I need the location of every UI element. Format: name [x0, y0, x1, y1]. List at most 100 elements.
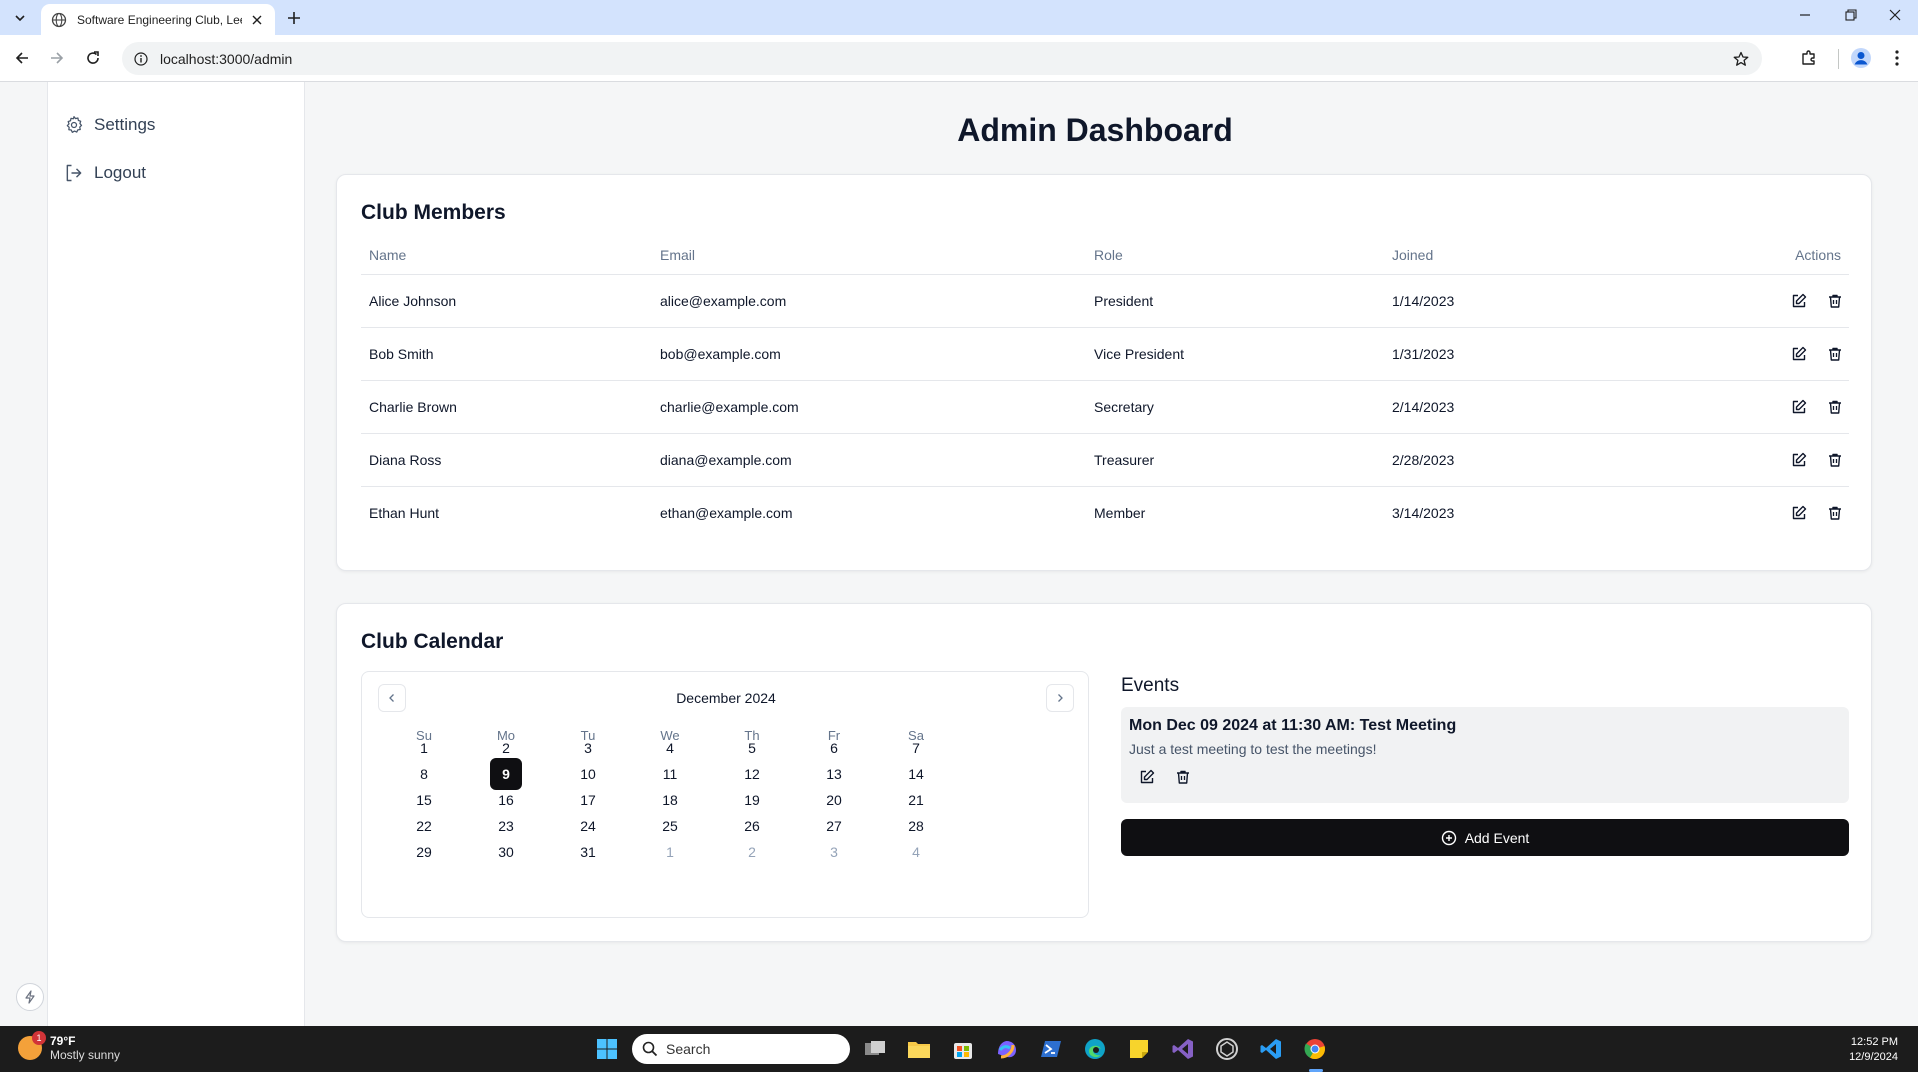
- event-item: Mon Dec 09 2024 at 11:30 AM: Test Meetin…: [1121, 707, 1849, 803]
- close-window-button[interactable]: [1872, 0, 1918, 30]
- calendar-day[interactable]: 31: [572, 836, 604, 868]
- delete-member-button[interactable]: [1825, 344, 1845, 364]
- delete-member-button[interactable]: [1825, 503, 1845, 523]
- edit-member-button[interactable]: [1789, 291, 1809, 311]
- extensions-button[interactable]: [1796, 45, 1822, 71]
- section-title: Club Members: [361, 201, 506, 224]
- column-header-role: Role: [1094, 247, 1123, 263]
- more-vertical-icon: [1895, 50, 1899, 66]
- member-joined: 3/14/2023: [1392, 505, 1455, 521]
- trash-icon: [1829, 453, 1841, 467]
- calendar-day[interactable]: 30: [490, 836, 522, 868]
- restore-button[interactable]: [1828, 0, 1874, 30]
- app-circle-icon[interactable]: [1212, 1034, 1242, 1064]
- edit-member-button[interactable]: [1789, 503, 1809, 523]
- trash-icon: [1829, 294, 1841, 308]
- delete-member-button[interactable]: [1825, 291, 1845, 311]
- edit-member-button[interactable]: [1789, 397, 1809, 417]
- chevron-down-icon: [15, 15, 25, 22]
- member-email: charlie@example.com: [660, 399, 799, 415]
- section-title: Club Calendar: [361, 630, 504, 653]
- delete-member-button[interactable]: [1825, 450, 1845, 470]
- powershell-icon[interactable]: [1036, 1034, 1066, 1064]
- table-row: Diana Ross diana@example.com Treasurer 2/28…: [361, 434, 1849, 487]
- calendar-day-outside[interactable]: 3: [818, 836, 850, 868]
- chevron-right-icon: [1058, 694, 1063, 702]
- member-email: diana@example.com: [660, 452, 792, 468]
- sidebar-item-settings[interactable]: Settings: [64, 112, 155, 138]
- site-info-icon[interactable]: [132, 50, 150, 68]
- trash-icon: [1177, 770, 1189, 784]
- visual-studio-icon[interactable]: [1168, 1034, 1198, 1064]
- member-joined: 2/14/2023: [1392, 399, 1455, 415]
- table-row: Ethan Hunt ethan@example.com Member 3/14/20…: [361, 487, 1849, 540]
- browser-menu-button[interactable]: [1884, 45, 1910, 71]
- vscode-icon[interactable]: [1256, 1034, 1286, 1064]
- calendar-month-label: December 2024: [676, 690, 776, 706]
- event-description: Just a test meeting to test the meetings…: [1129, 741, 1377, 757]
- sidebar: Settings Logout: [47, 82, 305, 1026]
- member-role: President: [1094, 293, 1154, 309]
- weather-widget[interactable]: 1 79°F Mostly sunny: [18, 1031, 121, 1062]
- chrome-icon[interactable]: [1300, 1034, 1330, 1064]
- calendar-day[interactable]: 29: [408, 836, 440, 868]
- edit-member-button[interactable]: [1789, 450, 1809, 470]
- profile-button[interactable]: [1848, 45, 1874, 71]
- reload-button[interactable]: [80, 45, 106, 71]
- add-event-label: Add Event: [1464, 829, 1530, 846]
- bookmark-star-icon[interactable]: [1730, 48, 1752, 70]
- forward-button[interactable]: [44, 45, 70, 71]
- club-members-card: Club Members Name Email Role Joined Acti…: [336, 174, 1872, 571]
- system-clock[interactable]: 12:52 PM 12/9/2024: [1849, 1035, 1898, 1065]
- club-calendar-card: Club Calendar December 2024 Su Mo Tu We Th Fr…: [336, 603, 1872, 942]
- member-email: alice@example.com: [660, 293, 787, 309]
- table-row: Charlie Brown charlie@example.com Secretar…: [361, 381, 1849, 434]
- next-month-button[interactable]: [1046, 684, 1074, 712]
- weather-temperature: 79°F: [50, 1034, 76, 1048]
- edit-event-button[interactable]: [1137, 767, 1157, 787]
- clock-date: 12/9/2024: [1849, 1051, 1898, 1063]
- sidebar-item-label: Settings: [94, 115, 156, 134]
- browser-tab-active[interactable]: Software Engineering Club, Lee: [41, 4, 275, 35]
- file-explorer-icon[interactable]: [904, 1034, 934, 1064]
- start-button[interactable]: [592, 1034, 622, 1064]
- minimize-button[interactable]: [1782, 0, 1828, 30]
- globe-icon: [51, 12, 67, 27]
- edit-member-button[interactable]: [1789, 344, 1809, 364]
- arrow-right-icon: [51, 52, 64, 64]
- member-role: Member: [1094, 505, 1146, 521]
- tab-search-button[interactable]: [9, 7, 31, 29]
- address-bar[interactable]: localhost:3000/admin: [122, 42, 1762, 75]
- sidebar-item-logout[interactable]: Logout: [64, 160, 146, 186]
- sticky-notes-icon[interactable]: [1124, 1034, 1154, 1064]
- copilot-icon[interactable]: [992, 1034, 1022, 1064]
- close-tab-icon[interactable]: [249, 12, 265, 28]
- edge-icon[interactable]: [1080, 1034, 1110, 1064]
- column-header-joined: Joined: [1392, 247, 1434, 263]
- microsoft-store-icon[interactable]: [948, 1034, 978, 1064]
- member-email: ethan@example.com: [660, 505, 793, 521]
- add-event-button[interactable]: Add Event: [1121, 819, 1849, 856]
- url-text[interactable]: localhost:3000/admin: [160, 51, 292, 67]
- member-joined: 1/14/2023: [1392, 293, 1455, 309]
- calendar-day-outside[interactable]: 1: [654, 836, 686, 868]
- member-email: bob@example.com: [660, 346, 781, 362]
- back-button[interactable]: [9, 45, 35, 71]
- task-view-icon[interactable]: [860, 1034, 890, 1064]
- delete-event-button[interactable]: [1173, 767, 1193, 787]
- new-tab-button[interactable]: [282, 6, 306, 30]
- toolbar-separator: [1838, 49, 1839, 69]
- delete-member-button[interactable]: [1825, 397, 1845, 417]
- calendar-day-outside[interactable]: 2: [736, 836, 768, 868]
- edit-icon: [1792, 505, 1807, 520]
- member-name: Charlie Brown: [369, 399, 457, 415]
- calendar-day-outside[interactable]: 4: [900, 836, 932, 868]
- edit-icon: [1792, 452, 1807, 467]
- calendar: December 2024 Su Mo Tu We Th Fr Sa 1 2 3 4 5 6 7 8 9 10 1…: [361, 671, 1089, 918]
- table-header: Name Email Role Joined Actions: [361, 247, 1849, 275]
- taskbar-search[interactable]: Search: [632, 1034, 850, 1064]
- column-header-email: Email: [660, 247, 696, 263]
- weather-description: Mostly sunny: [50, 1048, 121, 1062]
- devtools-bolt-button[interactable]: [16, 983, 44, 1011]
- search-icon: [642, 1041, 658, 1057]
